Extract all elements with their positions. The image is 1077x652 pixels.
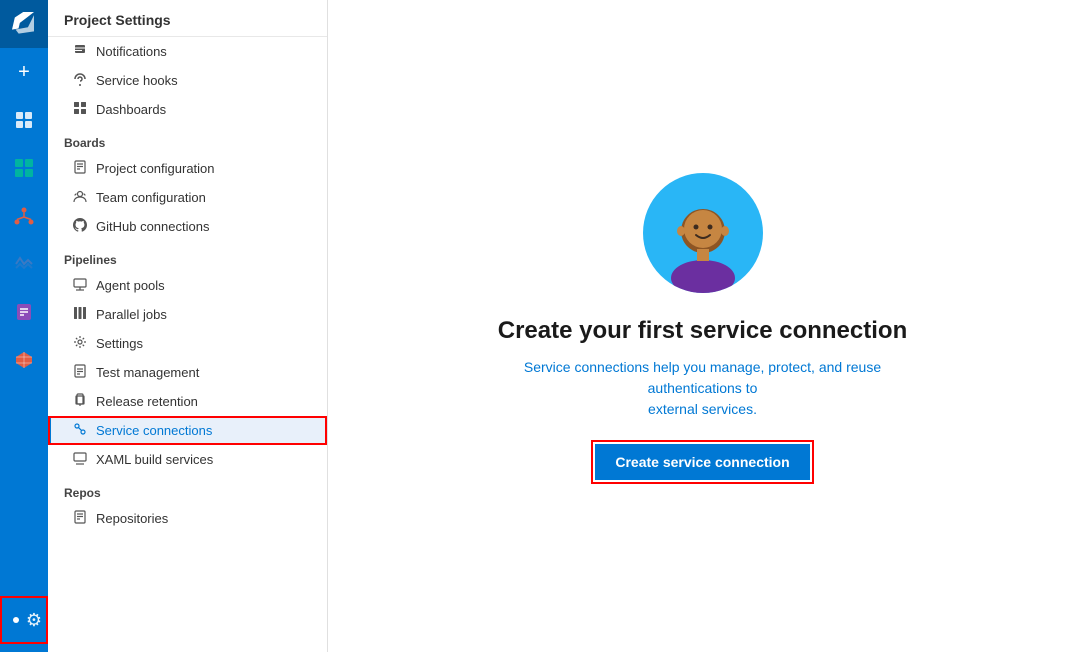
sidebar-scroll: Notifications Service hooks — [48, 37, 327, 652]
sidebar-item-test-management[interactable]: Test management — [48, 358, 327, 387]
team-config-label: Team configuration — [96, 190, 206, 205]
overview-icon[interactable] — [0, 96, 48, 144]
sidebar-item-parallel-jobs[interactable]: Parallel jobs — [48, 300, 327, 329]
parallel-jobs-icon — [72, 306, 88, 323]
notifications-icon — [72, 43, 88, 60]
pipelines-nav-icon[interactable] — [0, 240, 48, 288]
sidebar-item-team-configuration[interactable]: Team configuration — [48, 183, 327, 212]
activity-bar-top: + — [0, 0, 48, 384]
project-config-icon — [72, 160, 88, 177]
sidebar: Project Settings Notifications Ser — [48, 0, 328, 652]
service-connections-label: Service connections — [96, 423, 212, 438]
repos-nav-icon[interactable] — [0, 192, 48, 240]
xaml-build-icon — [72, 451, 88, 468]
pipelines-section-label: Pipelines — [48, 241, 327, 271]
settings-label: Settings — [96, 336, 143, 351]
boards-nav-icon[interactable] — [0, 144, 48, 192]
notifications-label: Notifications — [96, 44, 167, 59]
service-hooks-icon — [72, 72, 88, 89]
github-connections-label: GitHub connections — [96, 219, 209, 234]
testplans-nav-icon[interactable] — [0, 288, 48, 336]
azure-devops-logo[interactable] — [0, 0, 48, 48]
hero-avatar — [643, 173, 763, 293]
add-icon[interactable]: + — [0, 48, 48, 96]
sidebar-item-xaml-build-services[interactable]: XAML build services — [48, 445, 327, 474]
repos-section-label: Repos — [48, 474, 327, 504]
sidebar-item-dashboards[interactable]: Dashboards — [48, 95, 327, 124]
release-retention-icon — [72, 393, 88, 410]
agent-pools-label: Agent pools — [96, 278, 165, 293]
dashboards-icon — [72, 101, 88, 118]
settings-bottom-icon[interactable]: ⚙ — [0, 596, 48, 644]
settings-icon — [72, 335, 88, 352]
sidebar-item-service-connections[interactable]: Service connections — [48, 416, 327, 445]
sidebar-item-notifications[interactable]: Notifications — [48, 37, 327, 66]
repositories-label: Repositories — [96, 511, 168, 526]
hero-subtitle-text1: Service connections help you manage, pro… — [524, 359, 881, 396]
dashboards-label: Dashboards — [96, 102, 166, 117]
boards-section-label: Boards — [48, 124, 327, 154]
service-connections-icon — [72, 422, 88, 439]
xaml-build-services-label: XAML build services — [96, 452, 213, 467]
agent-pools-icon — [72, 277, 88, 294]
create-service-connection-button[interactable]: Create service connection — [595, 444, 809, 480]
repositories-icon — [72, 510, 88, 527]
service-hooks-label: Service hooks — [96, 73, 178, 88]
project-config-label: Project configuration — [96, 161, 215, 176]
activity-bar-bottom: ⚙ — [0, 596, 48, 652]
sidebar-item-service-hooks[interactable]: Service hooks — [48, 66, 327, 95]
sidebar-item-github-connections[interactable]: GitHub connections — [48, 212, 327, 241]
hero-subtitle: Service connections help you manage, pro… — [483, 357, 923, 420]
main-content: Create your first service connection Ser… — [328, 0, 1077, 652]
activity-bar: + — [0, 0, 48, 652]
sidebar-item-agent-pools[interactable]: Agent pools — [48, 271, 327, 300]
sidebar-header: Project Settings — [48, 0, 327, 37]
hero-subtitle-link: external services. — [648, 401, 757, 417]
sidebar-item-settings[interactable]: Settings — [48, 329, 327, 358]
team-config-icon — [72, 189, 88, 206]
test-management-label: Test management — [96, 365, 199, 380]
sidebar-item-repositories[interactable]: Repositories — [48, 504, 327, 533]
release-retention-label: Release retention — [96, 394, 198, 409]
artifacts-nav-icon[interactable] — [0, 336, 48, 384]
sidebar-item-project-configuration[interactable]: Project configuration — [48, 154, 327, 183]
sidebar-item-release-retention[interactable]: Release retention — [48, 387, 327, 416]
test-management-icon — [72, 364, 88, 381]
github-icon — [72, 218, 88, 235]
parallel-jobs-label: Parallel jobs — [96, 307, 167, 322]
hero-title: Create your first service connection — [498, 317, 907, 345]
